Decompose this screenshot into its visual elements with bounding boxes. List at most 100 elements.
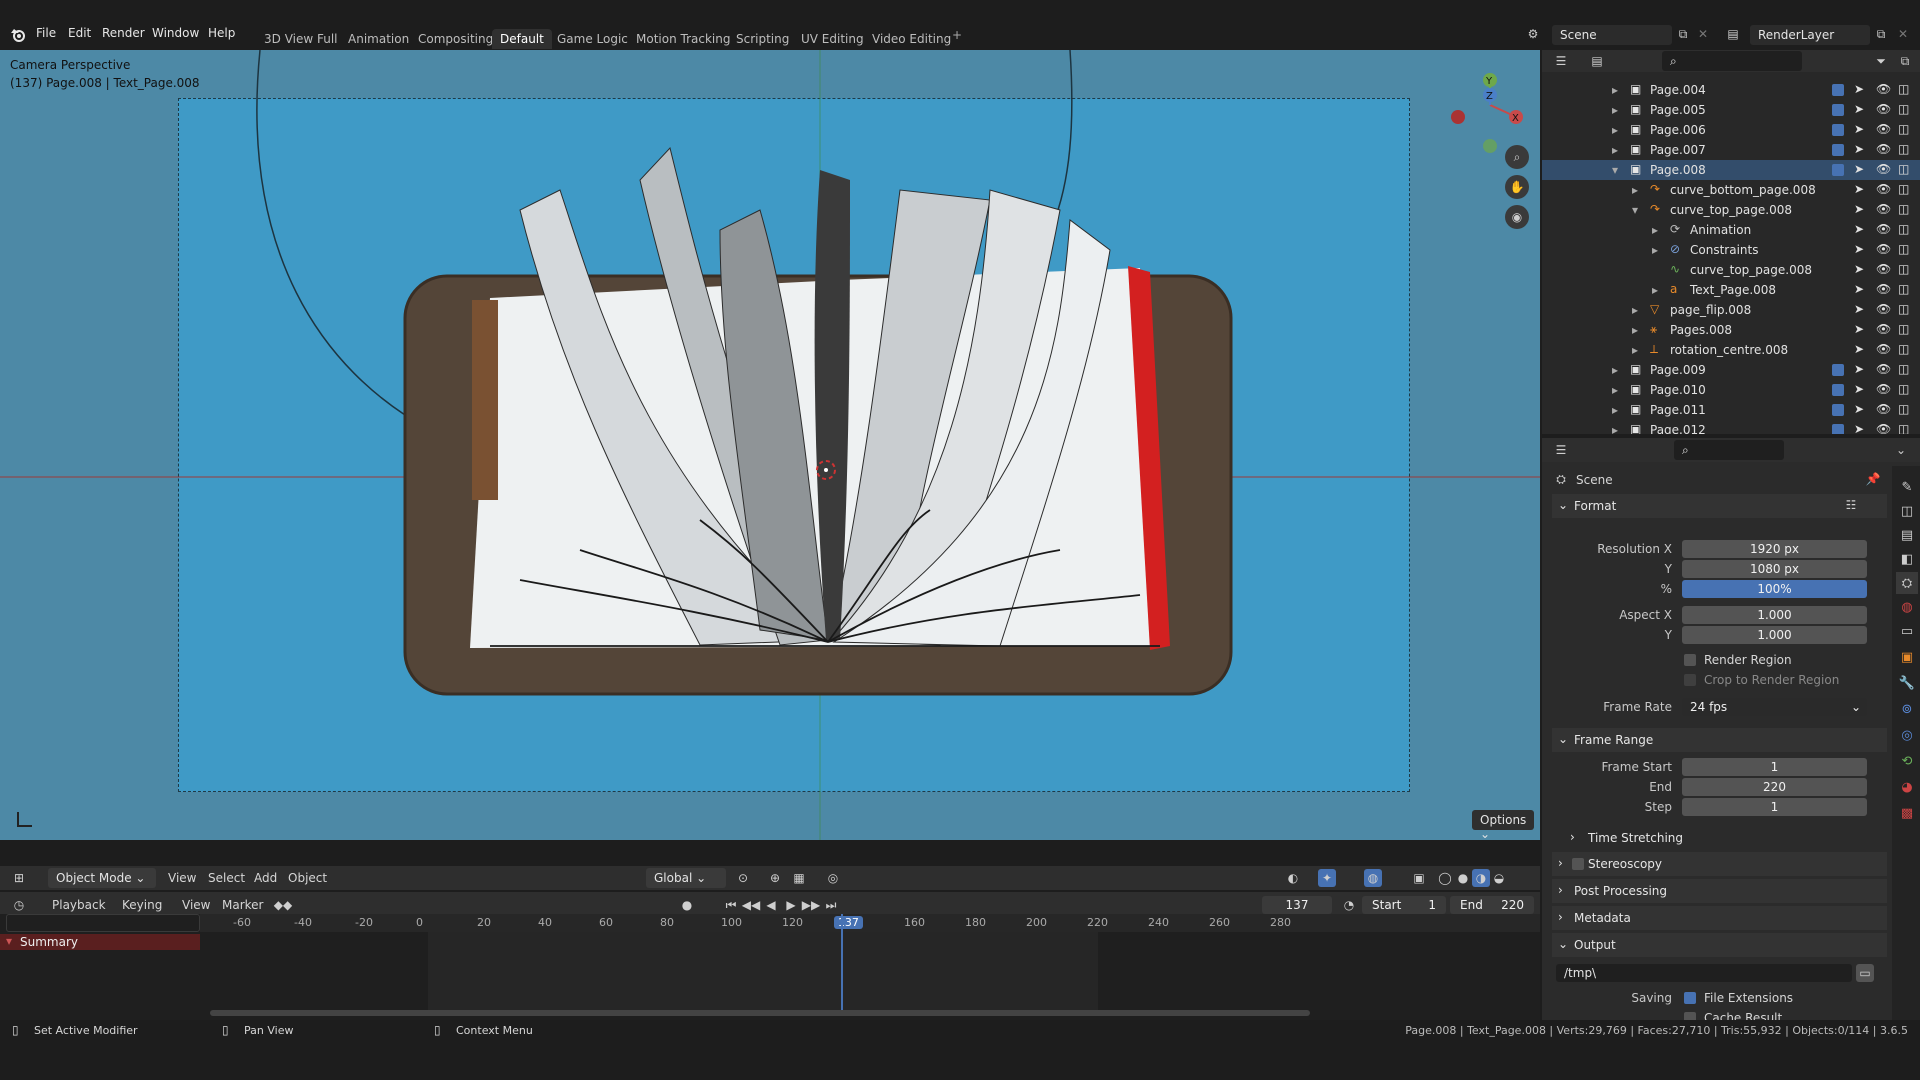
mode-dropdown[interactable]: Object Mode ⌄: [48, 868, 156, 888]
menu-render[interactable]: Render: [102, 26, 145, 40]
outliner-row[interactable]: ▸ ↷ curve_bottom_page.008 ➤ 👁 ◫: [1542, 180, 1920, 200]
render-camera-icon[interactable]: ◫: [1898, 202, 1909, 216]
render-camera-icon[interactable]: ◫: [1898, 322, 1909, 336]
snap-icon[interactable]: ⊕: [766, 869, 784, 887]
eye-icon[interactable]: 👁: [1876, 182, 1891, 196]
tab-compositing[interactable]: Compositing: [410, 29, 501, 49]
eye-icon[interactable]: 👁: [1876, 382, 1891, 396]
eye-icon[interactable]: 👁: [1876, 82, 1891, 96]
close-view-layer-icon[interactable]: ✕: [1894, 25, 1912, 43]
render-camera-icon[interactable]: ◫: [1898, 302, 1909, 316]
panel-post-processing[interactable]: › Post Processing: [1552, 879, 1887, 903]
menu-select[interactable]: Select: [208, 871, 245, 885]
options-dropdown[interactable]: Options ⌄: [1472, 810, 1534, 840]
outliner-row[interactable]: ▸ ⊘ Constraints ➤ 👁 ◫: [1542, 240, 1920, 260]
scene-field[interactable]: Scene: [1552, 25, 1672, 45]
shading-wireframe-icon[interactable]: ◯: [1436, 869, 1454, 887]
render-region-checkbox[interactable]: [1684, 654, 1696, 666]
next-keyframe-icon[interactable]: ▶▶: [802, 896, 820, 914]
tool-tab-icon[interactable]: ✎: [1896, 476, 1918, 498]
render-camera-icon[interactable]: ◫: [1898, 382, 1909, 396]
new-collection-icon[interactable]: ⧉: [1896, 52, 1914, 70]
panel-stereoscopy[interactable]: › Stereoscopy: [1552, 852, 1887, 876]
folder-icon[interactable]: ▭: [1856, 964, 1874, 982]
expand-toggle[interactable]: ▸: [1632, 183, 1638, 197]
aspect-y-field[interactable]: 1.000: [1682, 626, 1867, 644]
outliner-row[interactable]: ▸ ⟂ rotation_centre.008 ➤ 👁 ◫: [1542, 340, 1920, 360]
summary-channel[interactable]: ▾ Summary: [0, 934, 200, 950]
tab-motion-tracking[interactable]: Motion Tracking: [628, 29, 738, 49]
cache-result-checkbox[interactable]: [1684, 1012, 1696, 1020]
tab-3d-view-full[interactable]: 3D View Full: [256, 29, 346, 49]
eye-icon[interactable]: 👁: [1876, 402, 1891, 416]
outliner-row[interactable]: ▸ ⚹ Pages.008 ➤ 👁 ◫: [1542, 320, 1920, 340]
expand-toggle[interactable]: ▾: [1612, 163, 1618, 177]
outliner-row[interactable]: ▸ ▣ Page.009 ➤ 👁 ◫: [1542, 360, 1920, 380]
playhead-line[interactable]: [841, 914, 843, 1014]
expand-toggle[interactable]: ▸: [1612, 423, 1618, 434]
menu-edit[interactable]: Edit: [68, 26, 91, 40]
blender-logo-icon[interactable]: [10, 27, 26, 43]
select-arrow-icon[interactable]: ➤: [1854, 282, 1864, 296]
outliner-editor-icon[interactable]: ☰: [1552, 52, 1570, 70]
select-arrow-icon[interactable]: ➤: [1854, 142, 1864, 156]
outliner-row[interactable]: ▸ ⟳ Animation ➤ 👁 ◫: [1542, 220, 1920, 240]
expand-toggle[interactable]: ▸: [1612, 83, 1618, 97]
eye-icon[interactable]: 👁: [1876, 282, 1891, 296]
select-arrow-icon[interactable]: ➤: [1854, 122, 1864, 136]
exclude-checkbox[interactable]: [1832, 384, 1844, 396]
select-arrow-icon[interactable]: ➤: [1854, 102, 1864, 116]
select-arrow-icon[interactable]: ➤: [1854, 422, 1864, 434]
overlay-toggle-icon[interactable]: ◍: [1364, 869, 1382, 887]
menu-add[interactable]: Add: [254, 871, 277, 885]
render-tab-icon[interactable]: ◫: [1896, 500, 1918, 522]
eye-icon[interactable]: 👁: [1876, 302, 1891, 316]
new-scene-icon[interactable]: ⧉: [1674, 25, 1692, 43]
exclude-checkbox[interactable]: [1832, 424, 1844, 434]
render-camera-icon[interactable]: ◫: [1898, 402, 1909, 416]
physics-tab-icon[interactable]: ◎: [1896, 724, 1918, 746]
menu-timeline-view[interactable]: View: [182, 898, 210, 912]
tab-game-logic[interactable]: Game Logic: [549, 29, 636, 49]
render-camera-icon[interactable]: ◫: [1898, 122, 1909, 136]
render-camera-icon[interactable]: ◫: [1898, 82, 1909, 96]
timeline-editor-icon[interactable]: ◷: [10, 896, 28, 914]
add-workspace-button[interactable]: +: [952, 28, 962, 42]
expand-toggle[interactable]: ▸: [1652, 243, 1658, 257]
render-camera-icon[interactable]: ◫: [1898, 222, 1909, 236]
eye-icon[interactable]: 👁: [1876, 142, 1891, 156]
eye-icon[interactable]: 👁: [1876, 342, 1891, 356]
modifier-tab-icon[interactable]: 🔧: [1896, 672, 1918, 694]
select-arrow-icon[interactable]: ➤: [1854, 402, 1864, 416]
menu-marker[interactable]: Marker: [222, 898, 263, 912]
xray-icon[interactable]: ▣: [1410, 869, 1428, 887]
outliner-row[interactable]: ▸ ▣ Page.006 ➤ 👁 ◫: [1542, 120, 1920, 140]
panel-format-header[interactable]: ⌄ Format: [1552, 494, 1887, 518]
eye-icon[interactable]: 👁: [1876, 242, 1891, 256]
eye-icon[interactable]: 👁: [1876, 102, 1891, 116]
expand-toggle[interactable]: ▸: [1632, 303, 1638, 317]
output-path-input[interactable]: /tmp\: [1556, 964, 1852, 982]
menu-help[interactable]: Help: [208, 26, 235, 40]
eye-icon[interactable]: 👁: [1876, 162, 1891, 176]
hand-pan-icon[interactable]: ✋: [1505, 175, 1529, 199]
select-arrow-icon[interactable]: ➤: [1854, 302, 1864, 316]
render-camera-icon[interactable]: ◫: [1898, 422, 1909, 434]
world-tab-icon[interactable]: ◍: [1896, 596, 1918, 618]
outliner-row[interactable]: ▸ a Text_Page.008 ➤ 👁 ◫: [1542, 280, 1920, 300]
timeline[interactable]: ▾ Summary -60 -40 -20 0 20 40 60 80 100 120 137 160 1…: [0, 914, 1540, 1020]
expand-toggle[interactable]: ▸: [1612, 103, 1618, 117]
expand-toggle[interactable]: ▸: [1612, 403, 1618, 417]
preview-range-icon[interactable]: ◔: [1340, 896, 1358, 914]
scene-selector-icon[interactable]: ⚙: [1524, 25, 1542, 43]
menu-keying[interactable]: Keying: [122, 898, 162, 912]
camera-icon[interactable]: ◉: [1505, 205, 1529, 229]
eye-icon[interactable]: 👁: [1876, 222, 1891, 236]
menu-window[interactable]: Window: [152, 26, 199, 40]
display-mode-icon[interactable]: ▤: [1588, 52, 1606, 70]
render-camera-icon[interactable]: ◫: [1898, 142, 1909, 156]
exclude-checkbox[interactable]: [1832, 404, 1844, 416]
menu-playback[interactable]: Playback: [52, 898, 106, 912]
expand-toggle[interactable]: ▾: [1632, 203, 1638, 217]
texture-tab-icon[interactable]: ▩: [1896, 802, 1918, 824]
